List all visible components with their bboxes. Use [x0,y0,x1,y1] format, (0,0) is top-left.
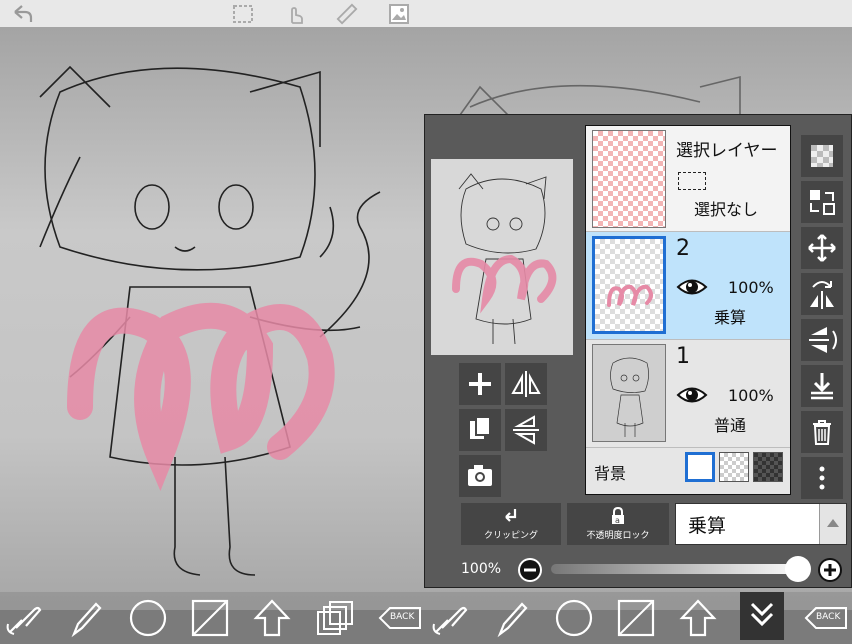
gradient-tool-icon[interactable] [190,598,230,638]
back-label: BACK [816,612,841,622]
arrow-up-icon[interactable] [252,598,292,638]
clipping-label: クリッピング [483,531,538,541]
rotate-flip-icon [810,281,834,309]
blend-mode-value: 乗算 [688,515,727,537]
flip-vertical-icon [809,327,837,353]
merge-down-icon [811,373,833,400]
alpha-lock-button[interactable]: a 不透明度ロック [567,503,669,545]
move-layer-button[interactable] [801,227,843,269]
layer-number: 2 [676,236,690,261]
clipping-arrow-icon [505,509,517,522]
more-options-button[interactable] [801,457,843,499]
layer-blend-mode: 普通 [714,416,747,435]
selection-layer-row[interactable]: 選択レイヤー 選択なし [586,126,790,232]
blend-mode-dropdown[interactable]: 乗算 [675,503,847,545]
delete-layer-button[interactable] [801,411,843,453]
opacity-slider-thumb[interactable] [785,556,811,582]
camera-button[interactable] [459,455,501,497]
opacity-slider-track[interactable] [551,564,807,574]
smudge-tool-icon[interactable] [4,598,44,638]
brush-tool-icon[interactable] [66,598,106,638]
chevron-down-double-icon [750,602,774,627]
flip-horizontal-button[interactable] [505,363,547,405]
background-white-swatch[interactable] [685,452,715,482]
selection-layer-thumbnail [592,130,666,228]
eye-icon[interactable] [676,384,708,410]
eye-icon[interactable] [676,276,708,302]
back-button[interactable]: BACK [378,598,421,638]
circle-tool-icon[interactable] [554,598,594,638]
camera-icon [468,465,492,486]
smudge-tool-icon[interactable] [430,598,470,638]
layer-list: 選択レイヤー 選択なし 2 100% 乗算 1 100% 普通 背景 [585,125,791,495]
back-label: BACK [390,612,415,622]
layer-row-1[interactable]: 1 100% 普通 [586,340,790,448]
move-icon [808,234,836,262]
selection-tool-icon[interactable] [231,2,255,26]
swap-layer-button[interactable] [801,181,843,223]
plus-circle-icon[interactable] [817,557,843,587]
checkerboard-icon [811,145,833,167]
more-vertical-icon [819,466,825,490]
layer-opacity: 100% [728,386,774,405]
selection-marquee-icon [678,172,706,190]
back-button[interactable]: BACK [804,598,847,638]
undo-icon[interactable] [10,2,34,26]
layer-row-2[interactable]: 2 100% 乗算 [586,232,790,340]
flip-vertical-icon [513,415,539,445]
copy-icon [470,416,491,439]
dropdown-arrow-icon [819,504,846,544]
clipping-button[interactable]: クリッピング [461,503,561,545]
rotate-flip-button[interactable] [801,273,843,315]
circle-tool-icon[interactable] [128,598,168,638]
background-dark-swatch[interactable] [753,452,783,482]
merge-down-button[interactable] [801,365,843,407]
flip-rotate-vertical-button[interactable] [801,319,843,361]
opacity-label: 100% [461,561,502,577]
duplicate-layer-button[interactable] [459,409,501,451]
flip-horizontal-icon [511,371,541,397]
touch-icon[interactable] [283,2,307,26]
flip-vertical-button[interactable] [505,409,547,451]
collapse-panel-button[interactable] [740,592,784,640]
top-toolbar [0,0,852,27]
minus-circle-icon[interactable] [517,557,543,587]
selection-status: 選択なし [694,200,759,219]
opacity-slider-row: 100% [425,555,852,585]
ruler-icon[interactable] [335,2,359,26]
layer-opacity: 100% [728,278,774,297]
brush-tool-icon[interactable] [492,598,532,638]
selection-layer-title: 選択レイヤー [676,141,778,161]
image-icon[interactable] [387,2,411,26]
arrow-up-icon[interactable] [678,598,718,638]
trash-icon [813,420,831,445]
layer-blend-mode: 乗算 [714,308,747,327]
transparency-button[interactable] [801,135,843,177]
background-label: 背景 [594,464,627,483]
lock-icon: a [612,506,624,525]
layers-icon[interactable] [314,598,354,638]
add-layer-button[interactable] [459,363,501,405]
gradient-tool-icon[interactable] [616,598,656,638]
layer-number: 1 [676,344,690,369]
alpha-lock-label: 不透明度ロック [586,531,650,541]
swap-icon [810,190,835,215]
bottom-toolbar: BACK BACK [0,592,852,640]
canvas-preview[interactable] [431,159,573,355]
layer-thumbnail-1 [592,344,666,442]
plus-icon [469,373,491,395]
layer-thumbnail-2 [592,236,666,334]
background-transparent-swatch[interactable] [719,452,749,482]
svg-text:a: a [615,516,620,525]
layers-panel: 選択レイヤー 選択なし 2 100% 乗算 1 100% 普通 背景 クリッピン… [424,114,852,588]
